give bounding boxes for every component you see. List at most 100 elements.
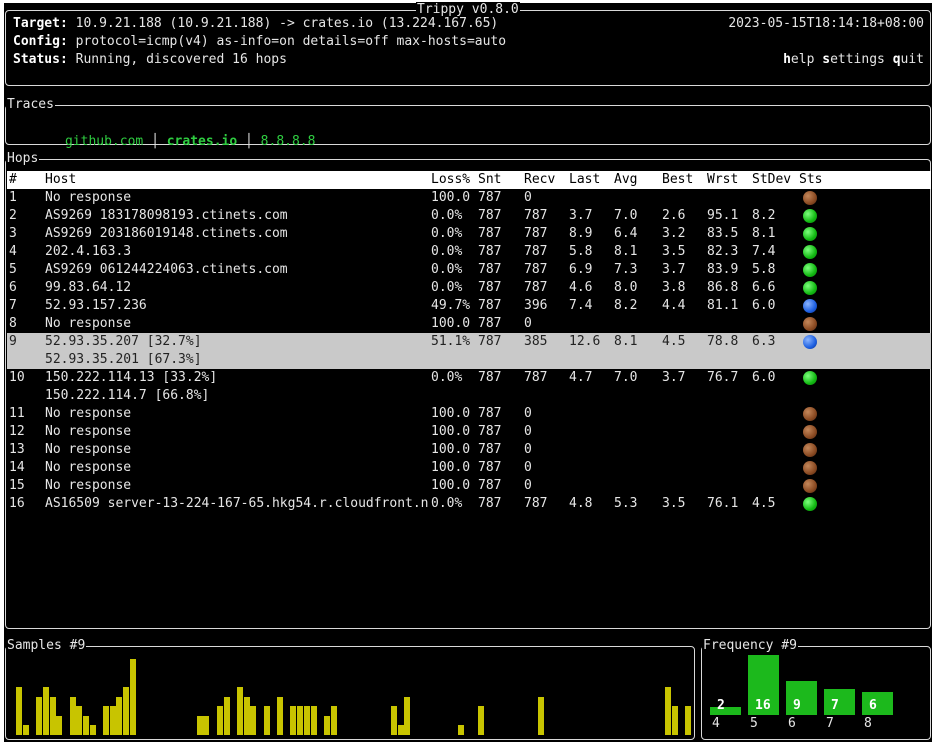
snt-cell: 787: [478, 478, 502, 493]
last-cell: 4.6: [569, 280, 593, 295]
recv-cell: 787: [524, 280, 548, 295]
sample-bar: [303, 706, 310, 735]
host-cell: No response: [45, 442, 132, 457]
table-row[interactable]: 12 No response 100.0 787 0: [7, 423, 931, 441]
status-green-icon: [803, 497, 817, 511]
status-green-icon: [803, 245, 817, 259]
table-row[interactable]: 2 AS9269 183178098193.ctinets.com 0.0% 787 7…: [7, 207, 931, 225]
snt-cell: 787: [478, 370, 502, 385]
tab-crates-io[interactable]: crates.io: [167, 134, 237, 149]
tab-github-com[interactable]: github.com: [65, 134, 143, 149]
sample-bar: [76, 706, 83, 735]
table-row[interactable]: 6 99.83.64.12 0.0% 787 787 4.6 8.0 3.8 86.8 6.6: [7, 279, 931, 297]
status-brown-icon: [803, 443, 817, 457]
snt-cell: 787: [478, 298, 502, 313]
recv-cell: 787: [524, 244, 548, 259]
host-cell: 202.4.163.3: [45, 244, 132, 259]
col-recv: Recv: [524, 172, 556, 187]
last-cell: 3.7: [569, 208, 593, 223]
col-best: Best: [662, 172, 694, 187]
table-row[interactable]: 11 No response 100.0 787 0: [7, 405, 931, 423]
loss-cell: 0.0%: [431, 370, 463, 385]
sample-bar: [397, 725, 404, 735]
frequency-count-label: 7: [831, 698, 839, 713]
sample-bar: [250, 706, 257, 735]
wrst-cell: 76.1: [707, 496, 739, 511]
table-row[interactable]: 3 AS9269 203186019148.ctinets.com 0.0% 787 7…: [7, 225, 931, 243]
sample-bar: [685, 706, 692, 735]
sample-bar: [129, 659, 136, 735]
recv-cell: 787: [524, 208, 548, 223]
table-row[interactable]: 15 No response 100.0 787 0: [7, 477, 931, 495]
sample-bar: [223, 697, 230, 735]
snt-cell: 787: [478, 460, 502, 475]
status-green-icon: [803, 227, 817, 241]
host-cell: No response: [45, 316, 132, 331]
recv-cell: 787: [524, 496, 548, 511]
table-row[interactable]: 16 AS16509 server-13-224-167-65.hkg54.r.c…: [7, 495, 931, 513]
help-button[interactable]: help: [783, 52, 814, 67]
recv-cell: 385: [524, 334, 548, 349]
tab-8-8-8-8[interactable]: 8.8.8.8: [261, 134, 316, 149]
col-snt: Snt: [478, 172, 502, 187]
table-row[interactable]: 4 202.4.163.3 0.0% 787 787 5.8 8.1 3.5 82.3 7.4: [7, 243, 931, 261]
frequency-x-label: 8: [864, 716, 872, 731]
wrst-cell: 83.5: [707, 226, 739, 241]
frequency-bar: [786, 681, 817, 715]
recv-cell: 0: [524, 478, 532, 493]
table-row[interactable]: 5 AS9269 061244224063.ctinets.com 0.0% 787 7…: [7, 261, 931, 279]
frequency-count-label: 2: [717, 698, 725, 713]
avg-cell: 5.3: [614, 496, 638, 511]
host-cell: 52.93.157.236: [45, 298, 147, 313]
frequency-count-label: 9: [793, 698, 801, 713]
table-row[interactable]: 9 52.93.35.207 [32.7%] 52.93.35.201 [67.3%…: [7, 333, 931, 369]
settings-button[interactable]: settings: [822, 52, 885, 67]
host-cell: 150.222.114.13 [33.2%]: [45, 370, 218, 385]
status-blue-icon: [803, 299, 817, 313]
frequency-count-label: 6: [869, 698, 877, 713]
sample-bar: [404, 697, 411, 735]
stdev-cell: 6.0: [752, 298, 776, 313]
table-row[interactable]: 13 No response 100.0 787 0: [7, 441, 931, 459]
hops-title: Hops: [6, 151, 40, 167]
table-row[interactable]: 1 No response 100.0 787 0: [7, 189, 931, 207]
best-cell: 3.5: [662, 244, 686, 259]
loss-cell: 100.0: [431, 190, 471, 205]
table-row[interactable]: 8 No response 100.0 787 0: [7, 315, 931, 333]
sample-bar: [109, 706, 116, 735]
host-cell: No response: [45, 406, 132, 421]
frequency-bar: [824, 689, 855, 715]
snt-cell: 787: [478, 208, 502, 223]
samples-title: Samples #9: [6, 638, 87, 654]
hop-number: 14: [9, 460, 25, 475]
sample-bar: [665, 687, 672, 735]
help-menu: help settings quit: [736, 33, 924, 87]
stdev-cell: 5.8: [752, 262, 776, 277]
stdev-cell: 6.0: [752, 370, 776, 385]
col-hop: #: [9, 172, 17, 187]
best-cell: 3.8: [662, 280, 686, 295]
hop-number: 16: [9, 496, 25, 511]
recv-cell: 0: [524, 460, 532, 475]
best-cell: 3.7: [662, 370, 686, 385]
table-row[interactable]: 14 No response 100.0 787 0: [7, 459, 931, 477]
recv-cell: 0: [524, 316, 532, 331]
sample-bar: [203, 716, 210, 735]
frequency-bar: [862, 692, 893, 715]
hop-number: 5: [9, 262, 17, 277]
table-row[interactable]: 7 52.93.157.236 49.7% 787 396 7.4 8.2 4.4 81.1 6.…: [7, 297, 931, 315]
col-loss: Loss%: [431, 172, 471, 187]
snt-cell: 787: [478, 442, 502, 457]
host-cell: No response: [45, 424, 132, 439]
sample-bar: [16, 687, 22, 735]
status-green-icon: [803, 209, 817, 223]
table-row[interactable]: 10 150.222.114.13 [33.2%] 150.222.114.7 [6…: [7, 369, 931, 405]
host-cell: AS9269 183178098193.ctinets.com: [45, 208, 288, 223]
wrst-cell: 81.1: [707, 298, 739, 313]
snt-cell: 787: [478, 424, 502, 439]
quit-button[interactable]: quit: [893, 52, 924, 67]
sample-bar: [216, 706, 223, 735]
recv-cell: 396: [524, 298, 548, 313]
terminal-window: Trippy v0.8.0 Target: 10.9.21.188 (10.9.…: [4, 2, 932, 742]
stdev-cell: 8.1: [752, 226, 776, 241]
